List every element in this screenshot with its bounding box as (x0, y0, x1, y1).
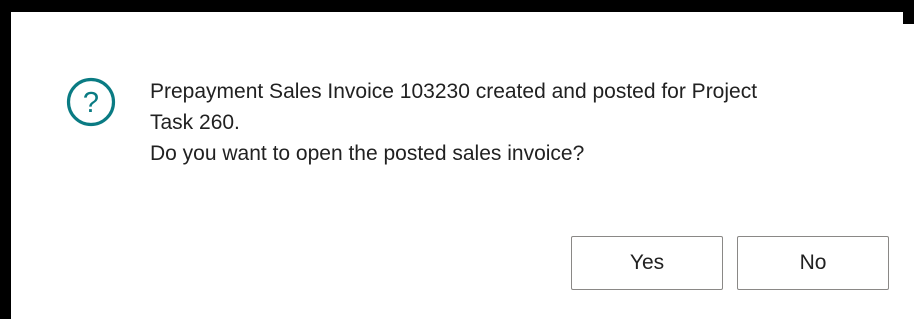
question-icon: ? (66, 77, 116, 127)
dialog-frame: ? Prepayment Sales Invoice 103230 create… (0, 0, 914, 319)
message-line: Prepayment Sales Invoice 103230 created … (150, 80, 758, 103)
message-line: Task 260. (150, 111, 240, 134)
no-button[interactable]: No (737, 236, 889, 290)
message-line: Do you want to open the posted sales inv… (150, 142, 585, 165)
confirmation-dialog: ? Prepayment Sales Invoice 103230 create… (22, 24, 914, 319)
dialog-buttons: Yes No (571, 236, 891, 292)
yes-button[interactable]: Yes (571, 236, 723, 290)
svg-text:?: ? (83, 87, 99, 119)
dialog-message: Prepayment Sales Invoice 103230 created … (150, 76, 890, 169)
